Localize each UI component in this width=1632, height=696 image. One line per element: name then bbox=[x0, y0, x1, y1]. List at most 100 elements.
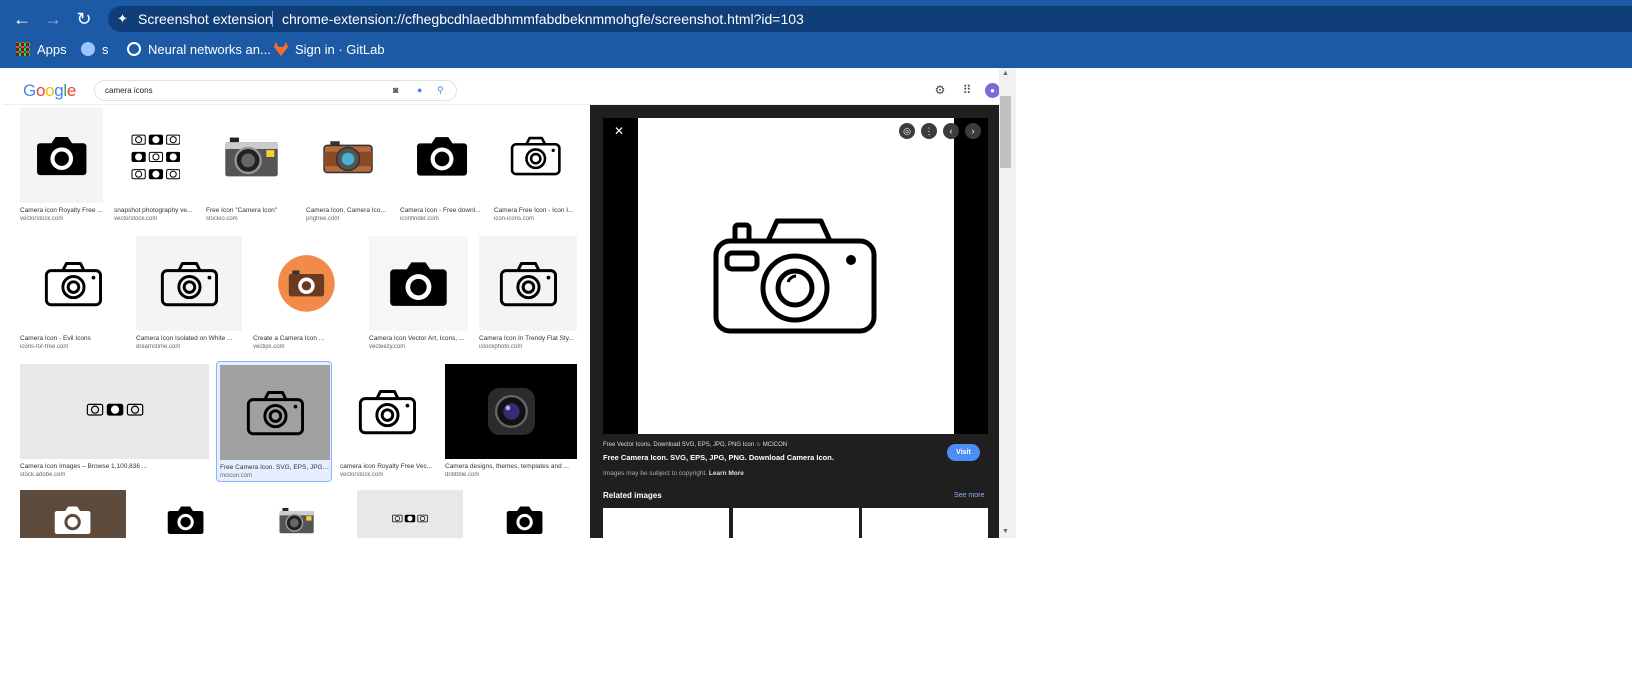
chevron-right-icon[interactable]: › bbox=[965, 123, 981, 139]
image-result[interactable]: Create a Camera Icon ... vectips.com bbox=[253, 236, 359, 351]
result-thumbnail[interactable] bbox=[473, 490, 577, 538]
result-title[interactable]: Camera Icon Images – Browse 1,100,836 ..… bbox=[20, 463, 209, 470]
page-scrollbar[interactable]: ▲ ▼ bbox=[999, 68, 1016, 538]
result-thumbnail[interactable] bbox=[114, 108, 196, 203]
result-thumbnail[interactable] bbox=[220, 365, 330, 460]
related-image[interactable] bbox=[733, 508, 859, 538]
scroll-up-icon[interactable]: ▲ bbox=[1002, 70, 1009, 77]
gitlab-icon bbox=[274, 42, 288, 56]
image-result[interactable] bbox=[247, 490, 346, 538]
result-title[interactable]: Camera Icon - Free downl... bbox=[400, 207, 484, 214]
result-thumbnail[interactable] bbox=[479, 236, 577, 331]
result-title[interactable]: Camera designs, themes, templates and ..… bbox=[445, 463, 577, 470]
avatar[interactable]: ● bbox=[985, 83, 1000, 98]
camera-filled-icon bbox=[507, 506, 543, 535]
bookmark-gitlab[interactable]: Sign in · GitLab bbox=[274, 40, 385, 60]
back-icon[interactable]: ← bbox=[11, 8, 33, 30]
image-result[interactable]: Camera Icon, Camera Ico... pngtree.com bbox=[306, 108, 390, 223]
result-thumbnail[interactable] bbox=[20, 236, 126, 331]
image-result[interactable] bbox=[357, 490, 463, 538]
image-result[interactable]: Camera Free Icon - Icon I... icon-icons.c… bbox=[494, 108, 577, 223]
bookmark-neural-networks[interactable]: Neural networks an... bbox=[127, 40, 271, 60]
related-image[interactable] bbox=[862, 508, 988, 538]
result-title[interactable]: Camera Icon - Evil Icons bbox=[20, 335, 126, 342]
lens-icon[interactable]: ◎ bbox=[899, 123, 915, 139]
image-result[interactable] bbox=[20, 490, 126, 538]
image-result[interactable]: Free Camera Icon. SVG, EPS, JPG, ... mcic… bbox=[216, 361, 332, 482]
camera-grid-icon bbox=[131, 134, 180, 180]
result-source: pngtree.com bbox=[306, 216, 340, 222]
scrollbar-thumb[interactable] bbox=[1000, 96, 1011, 168]
related-image[interactable] bbox=[603, 508, 729, 538]
camera-filled-icon bbox=[416, 136, 467, 176]
result-thumbnail[interactable] bbox=[357, 490, 463, 538]
result-thumbnail[interactable] bbox=[20, 364, 209, 459]
result-source: vectorstock.com bbox=[20, 216, 64, 222]
image-result[interactable]: Camera Icon - Free downl... iconfinder.co… bbox=[400, 108, 484, 223]
learn-more-link[interactable]: Learn More bbox=[709, 470, 744, 477]
forward-icon[interactable]: → bbox=[42, 8, 64, 30]
search-icon[interactable]: ⚲ bbox=[437, 81, 444, 100]
result-thumbnail[interactable] bbox=[369, 236, 468, 331]
more-icon[interactable]: ⋮ bbox=[921, 123, 937, 139]
scroll-down-icon[interactable]: ▼ bbox=[1002, 528, 1009, 535]
image-result[interactable]: Camera Icon Vector Art, Icons, ... vectee… bbox=[369, 236, 468, 351]
image-result[interactable]: camera icon Royalty Free Vec... vectorsto… bbox=[340, 364, 435, 479]
result-title[interactable]: Free Icon "Camera Icon" bbox=[206, 207, 298, 214]
result-title[interactable]: Camera Icon, Camera Ico... bbox=[306, 207, 390, 214]
result-thumbnail[interactable] bbox=[206, 108, 298, 203]
result-thumbnail[interactable] bbox=[340, 364, 435, 459]
result-thumbnail[interactable] bbox=[253, 236, 359, 331]
apps-icon[interactable]: ⠿ bbox=[959, 82, 975, 98]
result-title[interactable]: Create a Camera Icon ... bbox=[253, 335, 359, 342]
reload-icon[interactable]: ↻ bbox=[73, 8, 95, 30]
image-result[interactable]: Camera designs, themes, templates and ..… bbox=[445, 364, 577, 479]
image-result[interactable]: snapshot photography ve... vectorstock.co… bbox=[114, 108, 196, 223]
result-title[interactable]: Free Camera Icon. SVG, EPS, JPG, ... bbox=[220, 464, 330, 471]
result-title[interactable]: Camera Icon Isolated on White ... bbox=[136, 335, 242, 342]
close-icon[interactable]: ✕ bbox=[611, 123, 627, 139]
result-thumbnail[interactable] bbox=[20, 108, 103, 203]
image-result[interactable]: Camera icon Royalty Free ... vectorstock.… bbox=[20, 108, 103, 223]
settings-icon[interactable]: ⚙ bbox=[932, 82, 948, 98]
image-result[interactable]: Camera Icon Images – Browse 1,100,836 ..… bbox=[20, 364, 209, 479]
image-result[interactable] bbox=[473, 490, 577, 538]
image-result[interactable]: Camera Icon Isolated on White ... dreamst… bbox=[136, 236, 242, 351]
result-title[interactable]: Camera Icon In Trendy Flat Sty... bbox=[479, 335, 577, 342]
visit-button[interactable]: Visit bbox=[947, 444, 980, 461]
image-result[interactable]: Free Icon "Camera Icon" stockio.com bbox=[206, 108, 298, 223]
result-thumbnail[interactable] bbox=[306, 108, 390, 203]
result-title[interactable]: Camera Icon Vector Art, Icons, ... bbox=[369, 335, 468, 342]
result-title[interactable]: Camera icon Royalty Free ... bbox=[20, 207, 103, 214]
camera-search-icon[interactable]: ◙ bbox=[393, 81, 398, 100]
search-query: camera icons bbox=[105, 86, 153, 95]
result-thumbnail[interactable] bbox=[494, 108, 577, 203]
chevron-left-icon[interactable]: ‹ bbox=[943, 123, 959, 139]
search-input[interactable]: camera icons ◙ ● ⚲ bbox=[94, 80, 457, 101]
result-thumbnail[interactable] bbox=[136, 490, 236, 538]
bookmark-apps[interactable]: Apps bbox=[16, 40, 67, 60]
bookmark-s[interactable]: s bbox=[81, 40, 109, 60]
google-logo[interactable]: Google bbox=[23, 81, 76, 101]
camera-outline-icon bbox=[510, 136, 561, 176]
result-thumbnail[interactable] bbox=[400, 108, 484, 203]
result-title[interactable]: camera icon Royalty Free Vec... bbox=[340, 463, 435, 470]
url-text[interactable]: chrome-extension://cfhegbcdhlaedbhmmfabd… bbox=[282, 6, 804, 32]
preview-title[interactable]: Free Camera Icon. SVG, EPS, JPG, PNG. Do… bbox=[603, 453, 834, 462]
result-title[interactable]: snapshot photography ve... bbox=[114, 207, 196, 214]
image-result[interactable]: Camera Icon In Trendy Flat Sty... istockp… bbox=[479, 236, 577, 351]
result-thumbnail[interactable] bbox=[136, 236, 242, 331]
camera-filled-icon bbox=[168, 506, 204, 535]
image-result[interactable]: Camera Icon - Evil Icons icons-for-free.c… bbox=[20, 236, 126, 351]
microphone-icon[interactable]: ● bbox=[417, 81, 422, 100]
preview-source[interactable]: Free Vector Icons. Download SVG, EPS, JP… bbox=[603, 441, 787, 448]
result-thumbnail[interactable] bbox=[20, 490, 126, 538]
result-title[interactable]: Camera Free Icon - Icon I... bbox=[494, 207, 577, 214]
image-result[interactable] bbox=[136, 490, 236, 538]
result-thumbnail[interactable] bbox=[247, 490, 346, 538]
address-bar[interactable]: ✦ Screenshot extension chrome-extension:… bbox=[108, 6, 1632, 32]
lens-app-icon bbox=[487, 387, 535, 436]
preview-image[interactable] bbox=[638, 118, 954, 434]
result-thumbnail[interactable] bbox=[445, 364, 577, 459]
see-more-link[interactable]: See more bbox=[954, 492, 984, 499]
